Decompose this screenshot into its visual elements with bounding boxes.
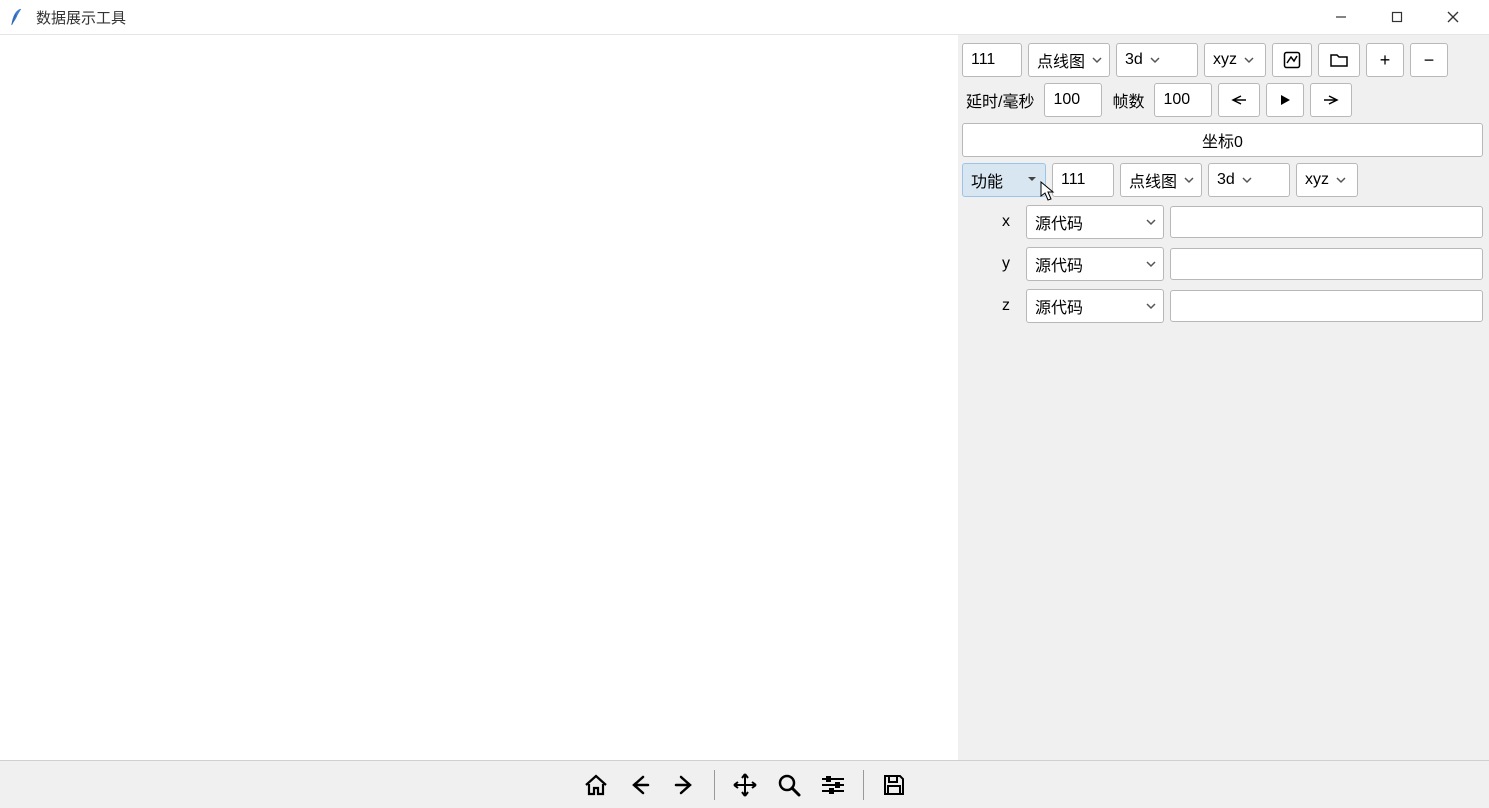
plus-label: + (1380, 50, 1391, 71)
side-panel: 点线图 3d xyz (958, 35, 1489, 760)
z-source-value: 源代码 (1035, 294, 1139, 318)
configure-icon[interactable] (815, 767, 851, 803)
func-axes-mode-select[interactable]: xyz (1296, 163, 1358, 197)
animation-row: 延时/毫秒 帧数 (962, 83, 1483, 117)
func-chart-type-value: 点线图 (1129, 168, 1177, 192)
forward-icon[interactable] (666, 767, 702, 803)
x-axis-label: x (962, 213, 1020, 231)
prev-frame-button[interactable] (1218, 83, 1260, 117)
chart-type-select[interactable]: 点线图 (1028, 43, 1110, 77)
func-chart-type-select[interactable]: 点线图 (1120, 163, 1202, 197)
z-axis-row: z 源代码 (962, 289, 1483, 323)
window-title: 数据展示工具 (36, 7, 126, 28)
dimension-select[interactable]: 3d (1116, 43, 1198, 77)
remove-button[interactable]: − (1410, 43, 1448, 77)
close-button[interactable] (1425, 0, 1481, 35)
y-axis-row: y 源代码 (962, 247, 1483, 281)
app-feather-icon (8, 6, 26, 28)
z-axis-label: z (962, 297, 1020, 315)
dimension-value: 3d (1125, 51, 1143, 69)
toolbar-separator (714, 770, 715, 800)
x-source-select[interactable]: 源代码 (1026, 205, 1164, 239)
next-frame-button[interactable] (1310, 83, 1352, 117)
plot-canvas[interactable] (0, 35, 958, 760)
func-axes-mode-value: xyz (1305, 171, 1329, 189)
top-controls-row: 点线图 3d xyz (962, 43, 1483, 77)
frames-input[interactable] (1154, 83, 1212, 117)
delay-input[interactable] (1044, 83, 1102, 117)
y-source-value: 源代码 (1035, 252, 1139, 276)
function-label: 功能 (971, 168, 1003, 192)
chevron-down-icon (1243, 54, 1255, 66)
axes-mode-select[interactable]: xyz (1204, 43, 1266, 77)
x-axis-row: x 源代码 (962, 205, 1483, 239)
play-button[interactable] (1266, 83, 1304, 117)
add-button[interactable]: + (1366, 43, 1404, 77)
main-area: 点线图 3d xyz (0, 35, 1489, 760)
function-dropdown[interactable]: 功能 (962, 163, 1046, 197)
z-value-input[interactable] (1170, 290, 1483, 322)
chevron-down-icon (1241, 174, 1253, 186)
delay-label: 延时/毫秒 (962, 88, 1038, 112)
func-dimension-select[interactable]: 3d (1208, 163, 1290, 197)
series-id-input[interactable] (962, 43, 1022, 77)
func-series-id-input[interactable] (1052, 163, 1114, 197)
minus-label: − (1424, 50, 1435, 71)
chevron-down-icon (1091, 54, 1103, 66)
z-source-select[interactable]: 源代码 (1026, 289, 1164, 323)
axes-mode-value: xyz (1213, 51, 1237, 69)
plot-button[interactable] (1272, 43, 1312, 77)
frames-label: 帧数 (1108, 88, 1148, 112)
toolbar-separator (863, 770, 864, 800)
open-folder-button[interactable] (1318, 43, 1360, 77)
triangle-down-icon (1027, 171, 1037, 189)
maximize-button[interactable] (1369, 0, 1425, 35)
chevron-down-icon (1335, 174, 1347, 186)
save-icon[interactable] (876, 767, 912, 803)
title-bar: 数据展示工具 (0, 0, 1489, 35)
x-value-input[interactable] (1170, 206, 1483, 238)
chevron-down-icon (1145, 216, 1157, 228)
func-dimension-value: 3d (1217, 171, 1235, 189)
y-value-input[interactable] (1170, 248, 1483, 280)
x-source-value: 源代码 (1035, 210, 1139, 234)
function-row: 功能 点线图 3d xyz (962, 163, 1483, 197)
chart-type-value: 点线图 (1037, 48, 1085, 72)
zoom-icon[interactable] (771, 767, 807, 803)
chevron-down-icon (1149, 54, 1161, 66)
chevron-down-icon (1183, 174, 1195, 186)
y-source-select[interactable]: 源代码 (1026, 247, 1164, 281)
coordinate-label: 坐标0 (1202, 128, 1243, 152)
minimize-button[interactable] (1313, 0, 1369, 35)
home-icon[interactable] (578, 767, 614, 803)
nav-toolbar (0, 760, 1489, 808)
coordinate-button[interactable]: 坐标0 (962, 123, 1483, 157)
chevron-down-icon (1145, 258, 1157, 270)
pan-icon[interactable] (727, 767, 763, 803)
y-axis-label: y (962, 255, 1020, 273)
back-icon[interactable] (622, 767, 658, 803)
chevron-down-icon (1145, 300, 1157, 312)
